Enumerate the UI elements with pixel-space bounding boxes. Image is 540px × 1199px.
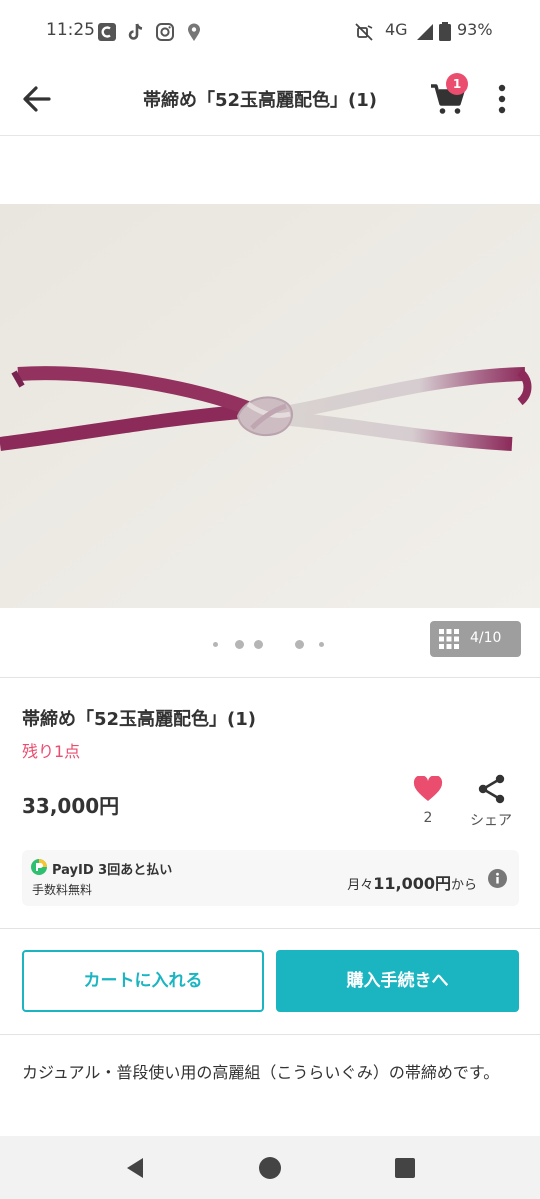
payid-monthly-amount: 11,000円: [373, 874, 451, 893]
nav-recents-icon[interactable]: [393, 1156, 417, 1180]
system-nav-bar: [0, 1136, 540, 1199]
like-button[interactable]: 2: [408, 772, 448, 832]
carousel-dot[interactable]: [295, 640, 304, 649]
obijime-cord-photo: [0, 204, 540, 608]
payid-fee-note: 手数料無料: [32, 883, 93, 897]
checkout-button[interactable]: 購入手続きへ: [276, 950, 519, 1012]
divider: [0, 1034, 540, 1035]
product-price: 33,000円: [22, 794, 120, 818]
like-count: 2: [423, 810, 433, 826]
share-button[interactable]: シェア: [462, 772, 520, 832]
instagram-icon: [156, 23, 174, 41]
info-icon[interactable]: [488, 869, 507, 888]
product-title: 帯締め「52玉高麗配色」(1): [22, 709, 257, 730]
add-to-cart-button[interactable]: カートに入れる: [22, 950, 264, 1012]
signal-icon: [417, 24, 433, 40]
heart-icon: [413, 776, 443, 801]
divider: [0, 677, 540, 678]
stock-remaining: 残り1点: [22, 742, 81, 761]
status-bar: 11:25 4G 93%: [0, 0, 540, 62]
payid-installment-box[interactable]: PayID 3回あと払い 手数料無料 月々11,000円から: [22, 850, 519, 906]
carousel-dot-active[interactable]: [254, 640, 263, 649]
payid-logo-icon: [31, 859, 47, 875]
payid-monthly: 月々11,000円から: [347, 870, 477, 894]
network-type: 4G: [385, 20, 408, 39]
tiktok-icon: [128, 23, 143, 40]
product-description: カジュアル・普段使い用の高麗組（こうらいぐみ）の帯締めです。: [22, 1063, 500, 1082]
payid-brand: PayID 3回あと払い: [52, 863, 173, 878]
status-time: 11:25: [46, 20, 95, 40]
more-vert-icon[interactable]: [490, 80, 514, 118]
carousel-dot[interactable]: [213, 642, 218, 647]
gallery-grid-button[interactable]: 4/10: [430, 621, 521, 657]
app-header: 帯締め「52玉高麗配色」(1) 1: [0, 62, 540, 136]
c-app-icon: [98, 23, 116, 41]
payid-monthly-suffix: から: [450, 878, 477, 893]
payid-monthly-prefix: 月々: [347, 878, 374, 893]
product-image[interactable]: [0, 204, 540, 608]
divider: [0, 928, 540, 929]
header-title: 帯締め「52玉高麗配色」(1): [142, 90, 378, 111]
gallery-controls: 4/10: [0, 608, 540, 678]
gallery-counter: 4/10: [470, 630, 502, 646]
nav-home-icon[interactable]: [258, 1156, 282, 1180]
share-label: シェア: [470, 813, 512, 829]
share-icon: [478, 774, 505, 804]
battery-icon: [439, 22, 451, 41]
mute-icon: [355, 23, 373, 41]
carousel-dot[interactable]: [319, 642, 324, 647]
nav-back-icon[interactable]: [123, 1156, 147, 1180]
back-arrow-icon[interactable]: [18, 80, 56, 118]
grid-icon: [439, 629, 459, 649]
cart-badge: 1: [446, 73, 468, 95]
carousel-dot[interactable]: [235, 640, 244, 649]
location-icon: [188, 23, 200, 41]
battery-level: 93%: [457, 20, 493, 39]
